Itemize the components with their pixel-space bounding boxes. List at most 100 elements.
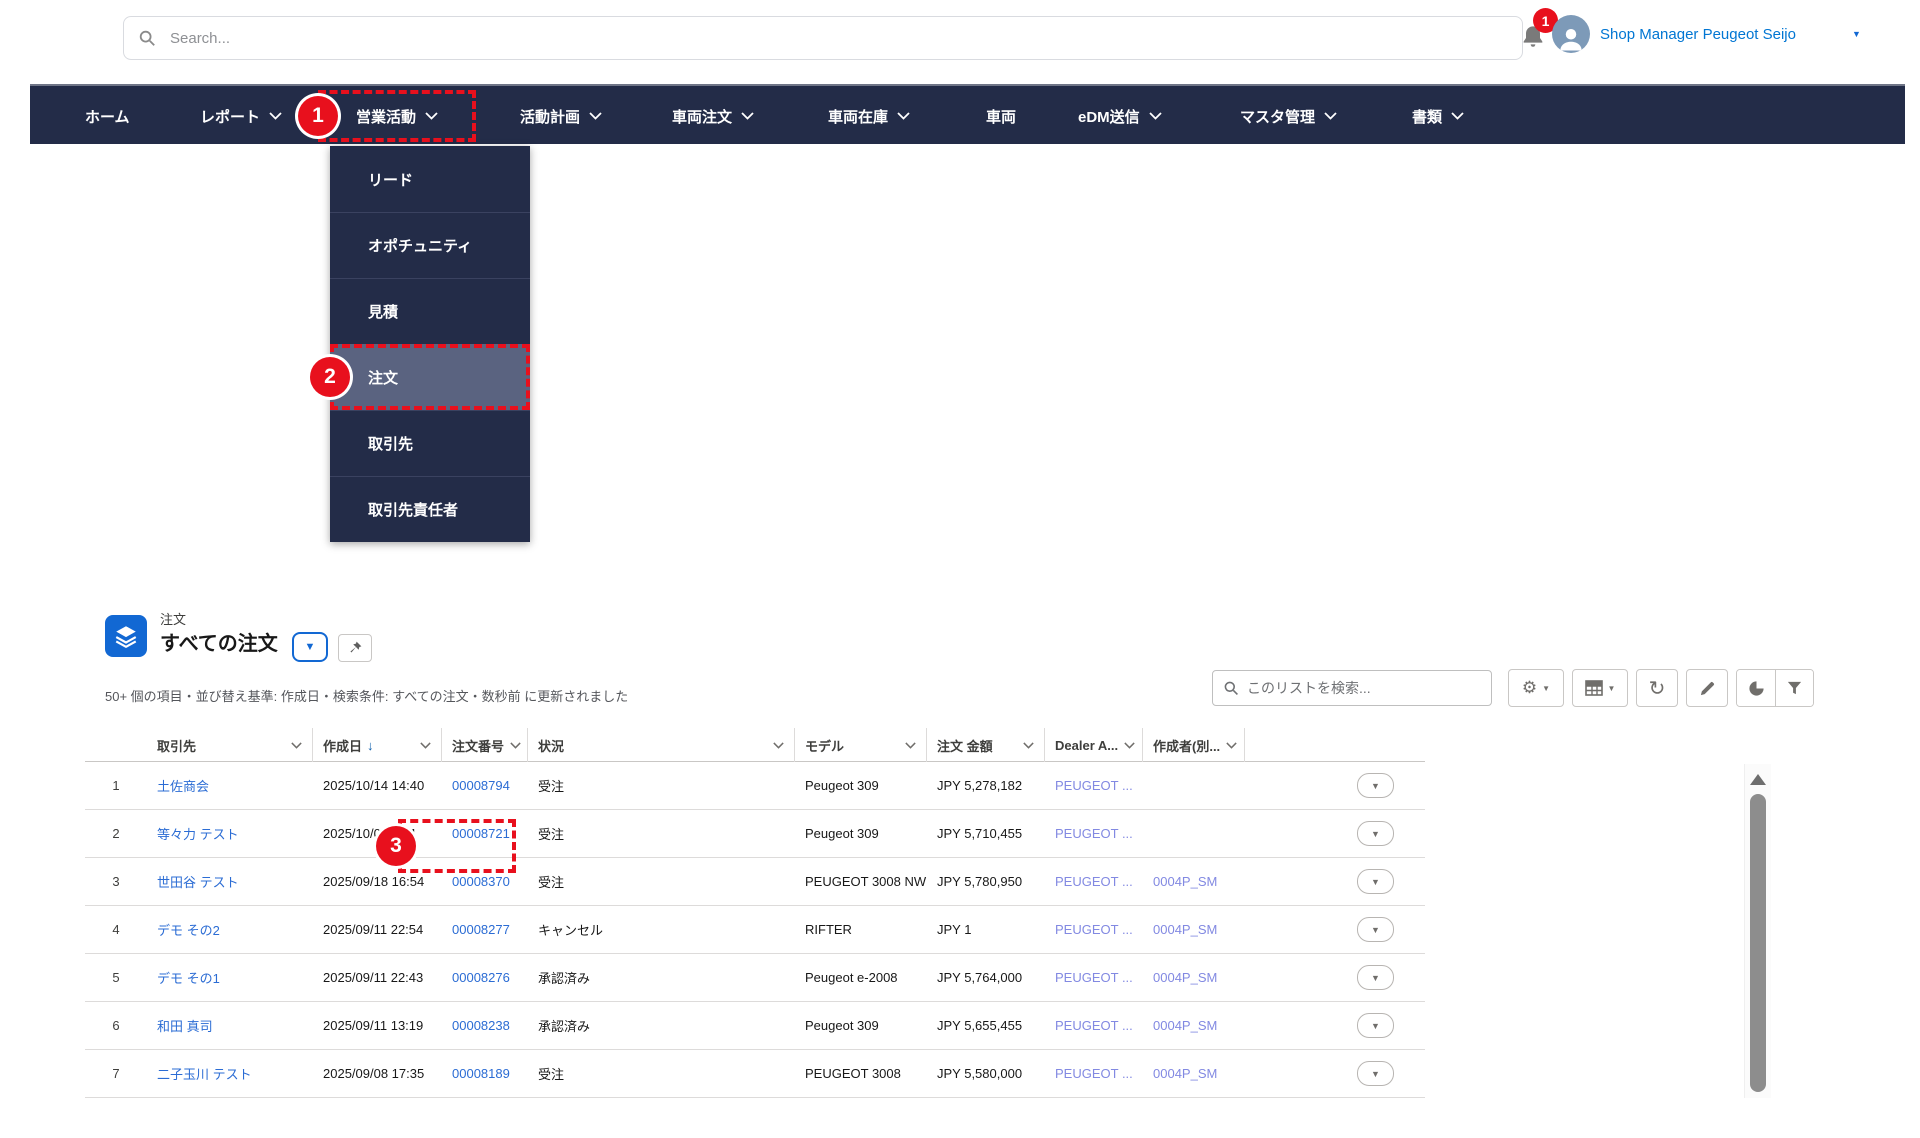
order-number-link[interactable]: 00008238 <box>452 1018 510 1033</box>
nav-item[interactable]: 活動計画 <box>520 86 602 146</box>
order-number-link[interactable]: 00008276 <box>452 970 510 985</box>
pencil-icon <box>1699 680 1716 697</box>
show-charts-button[interactable] <box>1737 670 1775 706</box>
display-as-button[interactable]: ▼ <box>1572 669 1628 707</box>
creator-link[interactable]: 0004P_SM <box>1153 970 1217 985</box>
account-link[interactable]: 和田 真司 <box>157 1019 213 1034</box>
scroll-up-arrow[interactable] <box>1750 774 1766 785</box>
nav-item[interactable]: レポート <box>200 86 282 146</box>
list-view-selector-button[interactable]: ▼ <box>292 632 328 662</box>
column-header[interactable]: 状況 ↓ <box>528 728 795 762</box>
nav-item-label: 車両 <box>986 106 1016 127</box>
dropdown-menu-item[interactable]: 見積 <box>330 278 530 344</box>
vehicle-model: Peugeot 309 <box>795 1018 927 1033</box>
dealer-link[interactable]: PEUGEOT ... <box>1055 970 1133 985</box>
nav-item[interactable]: 書類 <box>1412 86 1464 146</box>
dropdown-item-label: 取引先責任者 <box>368 499 458 520</box>
creator-link[interactable]: 0004P_SM <box>1153 1066 1217 1081</box>
row-actions-button[interactable]: ▼ <box>1357 965 1394 990</box>
table-row: 6 和田 真司 2025/09/11 13:19 00008238 承認済み P… <box>85 1002 1425 1050</box>
order-number-link[interactable]: 00008189 <box>452 1066 510 1081</box>
dealer-link[interactable]: PEUGEOT ... <box>1055 922 1133 937</box>
filter-button[interactable] <box>1775 670 1813 706</box>
account-link[interactable]: デモ その1 <box>157 971 220 986</box>
order-amount: JPY 5,278,182 <box>927 778 1045 793</box>
scrollbar-thumb[interactable] <box>1750 794 1766 1092</box>
nav-item[interactable]: ホーム <box>85 86 130 146</box>
dealer-link[interactable]: PEUGEOT ... <box>1055 1018 1133 1033</box>
vehicle-model: Peugeot e-2008 <box>795 970 927 985</box>
dealer-link[interactable]: PEUGEOT ... <box>1055 826 1133 841</box>
main-navbar: ホーム レポート 営業活動 1 活動計画 <box>30 84 1905 144</box>
nav-item-label: 活動計画 <box>520 106 580 127</box>
nav-item[interactable]: マスタ管理 <box>1240 86 1337 146</box>
row-actions-button[interactable]: ▼ <box>1357 773 1394 798</box>
page-title: すべての注文 <box>160 627 278 656</box>
column-header[interactable]: 注文番号 ↓ <box>442 728 528 762</box>
user-menu-caret-icon[interactable]: ▼ <box>1852 29 1861 39</box>
dealer-link[interactable]: PEUGEOT ... <box>1055 1066 1133 1081</box>
list-search-input[interactable] <box>1247 680 1481 696</box>
column-header[interactable]: 注文 金額 ↓ <box>927 728 1045 762</box>
account-link[interactable]: 土佐商会 <box>157 779 209 794</box>
list-settings-button[interactable]: ⚙▼ <box>1508 669 1564 707</box>
row-number: 3 <box>85 874 147 889</box>
vehicle-model: PEUGEOT 3008 <box>795 1066 927 1081</box>
row-actions-button[interactable]: ▼ <box>1357 1061 1394 1086</box>
order-number-link[interactable]: 00008794 <box>452 778 510 793</box>
annotation-step-badge: 1 <box>298 96 338 136</box>
column-header[interactable]: 作成日 ↓ <box>313 728 442 762</box>
chevron-down-icon <box>1324 112 1337 120</box>
user-menu-label[interactable]: Shop Manager Peugeot Seijo <box>1600 26 1796 43</box>
caret-down-icon: ▼ <box>1542 684 1550 693</box>
creator-link[interactable]: 0004P_SM <box>1153 1018 1217 1033</box>
dropdown-menu-item[interactable]: 注文 2 <box>330 344 530 410</box>
dealer-link[interactable]: PEUGEOT ... <box>1055 778 1133 793</box>
refresh-button[interactable]: ↻ <box>1636 669 1678 707</box>
order-status: キャンセル <box>528 920 795 939</box>
account-link[interactable]: 等々力 テスト <box>157 827 239 842</box>
avatar[interactable] <box>1552 15 1590 53</box>
dropdown-menu-item[interactable]: 取引先責任者 <box>330 476 530 542</box>
row-actions-button[interactable]: ▼ <box>1357 1013 1394 1038</box>
account-link[interactable]: デモ その2 <box>157 923 220 938</box>
inline-edit-button[interactable] <box>1686 669 1728 707</box>
pin-list-button[interactable] <box>338 634 372 662</box>
order-number-link[interactable]: 00008277 <box>452 922 510 937</box>
global-search-input[interactable] <box>170 30 1508 47</box>
nav-item[interactable]: 営業活動 1 <box>318 90 476 142</box>
order-status: 受注 <box>528 872 795 891</box>
row-actions-button[interactable]: ▼ <box>1357 869 1394 894</box>
order-status: 承認済み <box>528 1016 795 1035</box>
column-header[interactable]: Dealer A... ↓ <box>1045 728 1143 762</box>
column-header[interactable]: 作成者(別... ↓ <box>1143 728 1245 762</box>
dropdown-menu-item[interactable]: 取引先 <box>330 410 530 476</box>
nav-item[interactable]: 車両 <box>986 86 1016 146</box>
table-row: 2 等々力 テスト 2025/10/08 17:1 00008721 3 受注 … <box>85 810 1425 858</box>
refresh-icon: ↻ <box>1649 676 1666 701</box>
column-header[interactable]: モデル ↓ <box>795 728 927 762</box>
nav-item-label: レポート <box>200 106 260 127</box>
order-status: 受注 <box>528 824 795 843</box>
nav-item[interactable]: 車両注文 <box>672 86 754 146</box>
nav-item[interactable]: eDM送信 <box>1078 86 1162 146</box>
dealer-link[interactable]: PEUGEOT ... <box>1055 874 1133 889</box>
list-summary: 50+ 個の項目・並び替え基準: 作成日・検索条件: すべての注文・数秒前 に更… <box>105 686 628 705</box>
nav-item-label: 車両在庫 <box>828 106 888 127</box>
nav-item[interactable]: 車両在庫 <box>828 86 910 146</box>
creator-link[interactable]: 0004P_SM <box>1153 874 1217 889</box>
creator-link[interactable]: 0004P_SM <box>1153 922 1217 937</box>
row-actions-button[interactable]: ▼ <box>1357 821 1394 846</box>
account-link[interactable]: 二子玉川 テスト <box>157 1067 252 1082</box>
column-header-label: 作成者(別... <box>1153 736 1220 755</box>
row-actions-button[interactable]: ▼ <box>1357 917 1394 942</box>
dropdown-menu-item[interactable]: オポチュニティ <box>330 212 530 278</box>
dropdown-item-label: 見積 <box>368 301 398 322</box>
account-link[interactable]: 世田谷 テスト <box>157 875 239 890</box>
order-number-link[interactable]: 00008370 <box>452 874 510 889</box>
dropdown-menu-item[interactable]: リード <box>330 146 530 212</box>
chevron-down-icon <box>589 112 602 120</box>
row-number: 5 <box>85 970 147 985</box>
column-header[interactable]: 取引先 ↓ <box>147 728 313 762</box>
created-date: 2025/10/14 14:40 <box>313 778 442 793</box>
